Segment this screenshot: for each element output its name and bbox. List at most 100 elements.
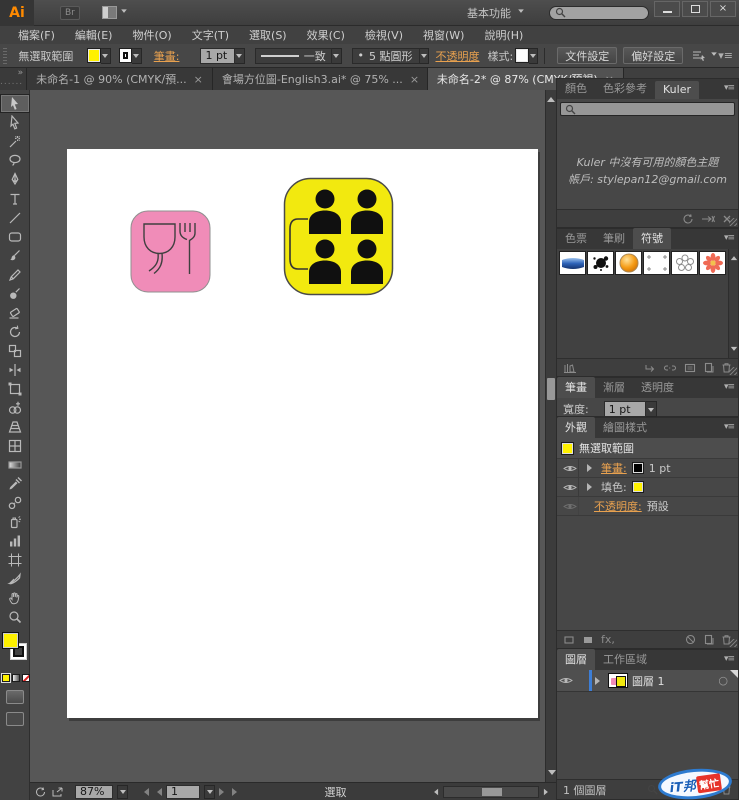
menu-item[interactable]: 視窗(W) (413, 27, 474, 43)
scroll-left-icon[interactable] (431, 788, 439, 795)
hand-tool[interactable] (0, 588, 30, 607)
flower-outline-symbol[interactable] (671, 251, 698, 275)
expand-icon[interactable] (587, 483, 596, 491)
eyedropper-tool[interactable] (0, 474, 30, 493)
vertical-scroll-thumb[interactable] (547, 378, 555, 400)
fill-color-swatch[interactable] (87, 48, 101, 63)
panel-menu-icon[interactable]: ▾≡ (724, 233, 735, 243)
sync-icon[interactable] (34, 786, 47, 798)
vertical-scrollbar[interactable] (545, 90, 556, 782)
panel-menu-icon[interactable]: ▾≡ (724, 382, 735, 392)
zoom-level-field[interactable]: 87% (75, 784, 113, 799)
zoom-tool[interactable] (0, 607, 30, 626)
add-effect-icon[interactable]: fx, (601, 633, 615, 646)
place-symbol-icon[interactable] (644, 363, 656, 373)
selection-tool[interactable] (0, 94, 30, 113)
scroll-up-icon[interactable] (547, 93, 555, 102)
layer-visibility-icon[interactable] (557, 670, 575, 691)
new-symbol-icon[interactable] (703, 362, 714, 373)
doc-tab-untitled-1[interactable]: 未命名-1 @ 90% (CMYK/預... × (27, 68, 213, 90)
width-tool[interactable] (0, 360, 30, 379)
doc-tab-english3[interactable]: 會場方位圖-English3.ai* @ 75% ... × (212, 68, 428, 90)
tools-panel-header[interactable]: » ...... (0, 68, 28, 90)
tools-grip[interactable]: ...... (0, 78, 23, 87)
fill-indicator[interactable] (2, 632, 19, 649)
panel-tab[interactable]: 漸層 (595, 377, 633, 398)
menu-item[interactable]: 效果(C) (297, 27, 355, 43)
tab-close-icon[interactable]: × (410, 73, 419, 86)
column-graph-tool[interactable] (0, 531, 30, 550)
bridge-button[interactable]: Br (60, 5, 80, 20)
visibility-eye-icon[interactable] (561, 478, 579, 496)
gradient-button[interactable] (12, 674, 20, 682)
layer-thumbnail[interactable] (608, 673, 628, 688)
locate-object-icon[interactable] (647, 784, 658, 795)
appearance-opacity-row[interactable]: 不透明度: 預設 (557, 497, 738, 516)
meeting-symbol-artwork[interactable] (283, 177, 394, 296)
menu-item[interactable]: 檢視(V) (355, 27, 413, 43)
pen-tool[interactable] (0, 170, 30, 189)
pencil-tool[interactable] (0, 265, 30, 284)
rectangle-tool[interactable] (0, 227, 30, 246)
stroke-color-swatch[interactable] (118, 48, 132, 63)
tab-close-icon[interactable]: × (194, 73, 203, 86)
menu-item[interactable]: 檔案(F) (8, 27, 65, 43)
menu-item[interactable]: 選取(S) (239, 27, 297, 43)
width-profile-field[interactable]: 一致 (254, 47, 332, 64)
zoom-dropdown[interactable] (117, 784, 128, 799)
document-setup-button[interactable]: 文件設定 (557, 47, 618, 64)
panel-tab[interactable]: 工作區域 (595, 649, 655, 670)
minimize-button[interactable] (654, 1, 680, 17)
artboard-number-field[interactable]: 1 (166, 784, 200, 799)
panel-tab[interactable]: 顏色 (557, 78, 595, 99)
panel-tab[interactable]: 色票 (557, 228, 595, 249)
line-segment-tool[interactable] (0, 208, 30, 227)
mesh-tool[interactable] (0, 436, 30, 455)
stroke-dropdown[interactable] (131, 47, 142, 64)
appearance-stroke-row[interactable]: 筆畫: 1 pt (557, 459, 738, 478)
perspective-grid-tool[interactable] (0, 417, 30, 436)
menu-item[interactable]: 編輯(E) (65, 27, 123, 43)
export-icon[interactable] (51, 786, 65, 798)
daisy-symbol[interactable] (699, 251, 726, 275)
visibility-eye-icon[interactable] (561, 497, 579, 515)
panel-tab[interactable]: 筆畫 (557, 377, 595, 398)
screen-mode-button[interactable] (6, 712, 24, 726)
scroll-right-icon[interactable] (543, 788, 551, 795)
prev-artboard-icon[interactable] (153, 787, 162, 796)
layer-target-icon[interactable]: ○ (718, 674, 728, 687)
collapse-controlbar-icon[interactable]: ▾≡ (718, 49, 733, 62)
duplicate-item-icon[interactable] (703, 634, 714, 645)
artboard-dropdown[interactable] (204, 784, 215, 799)
next-artboard-icon[interactable] (219, 787, 228, 796)
brush-definition-field[interactable]: • 5 點圓形 (351, 47, 420, 64)
expand-layer-icon[interactable] (595, 676, 604, 685)
eraser-tool[interactable] (0, 303, 30, 322)
panel-tab[interactable]: Kuler (655, 81, 699, 99)
layer-row[interactable]: 圖層 1 ○ (557, 670, 738, 692)
type-tool[interactable] (0, 189, 30, 208)
registration-symbol[interactable] (643, 251, 670, 275)
stroke-attr-link[interactable]: 筆畫: (601, 460, 627, 476)
panel-tab[interactable]: 透明度 (633, 377, 682, 398)
symbols-scrollbar[interactable] (728, 249, 738, 358)
clear-appearance-icon[interactable] (685, 634, 696, 645)
width-field[interactable]: 1 pt (603, 401, 646, 417)
first-artboard-icon[interactable] (140, 787, 149, 796)
workspace-switcher[interactable]: 基本功能 (467, 5, 525, 21)
blend-tool[interactable] (0, 493, 30, 512)
resize-grip[interactable] (729, 639, 737, 647)
scale-tool[interactable] (0, 341, 30, 360)
rotate-tool[interactable] (0, 322, 30, 341)
resize-grip[interactable] (729, 218, 737, 226)
close-button[interactable]: × (710, 1, 736, 17)
direct-selection-tool[interactable] (0, 113, 30, 132)
opacity-attr-link[interactable]: 不透明度: (594, 498, 642, 514)
add-fill-icon[interactable] (582, 635, 594, 645)
fill-dropdown[interactable] (100, 47, 111, 64)
ink-splat-symbol[interactable] (587, 251, 614, 275)
layer-name[interactable]: 圖層 1 (632, 673, 665, 689)
layout-switcher-button[interactable] (101, 6, 128, 19)
panel-tab[interactable]: 外觀 (557, 417, 595, 438)
artboard-tool[interactable] (0, 550, 30, 569)
